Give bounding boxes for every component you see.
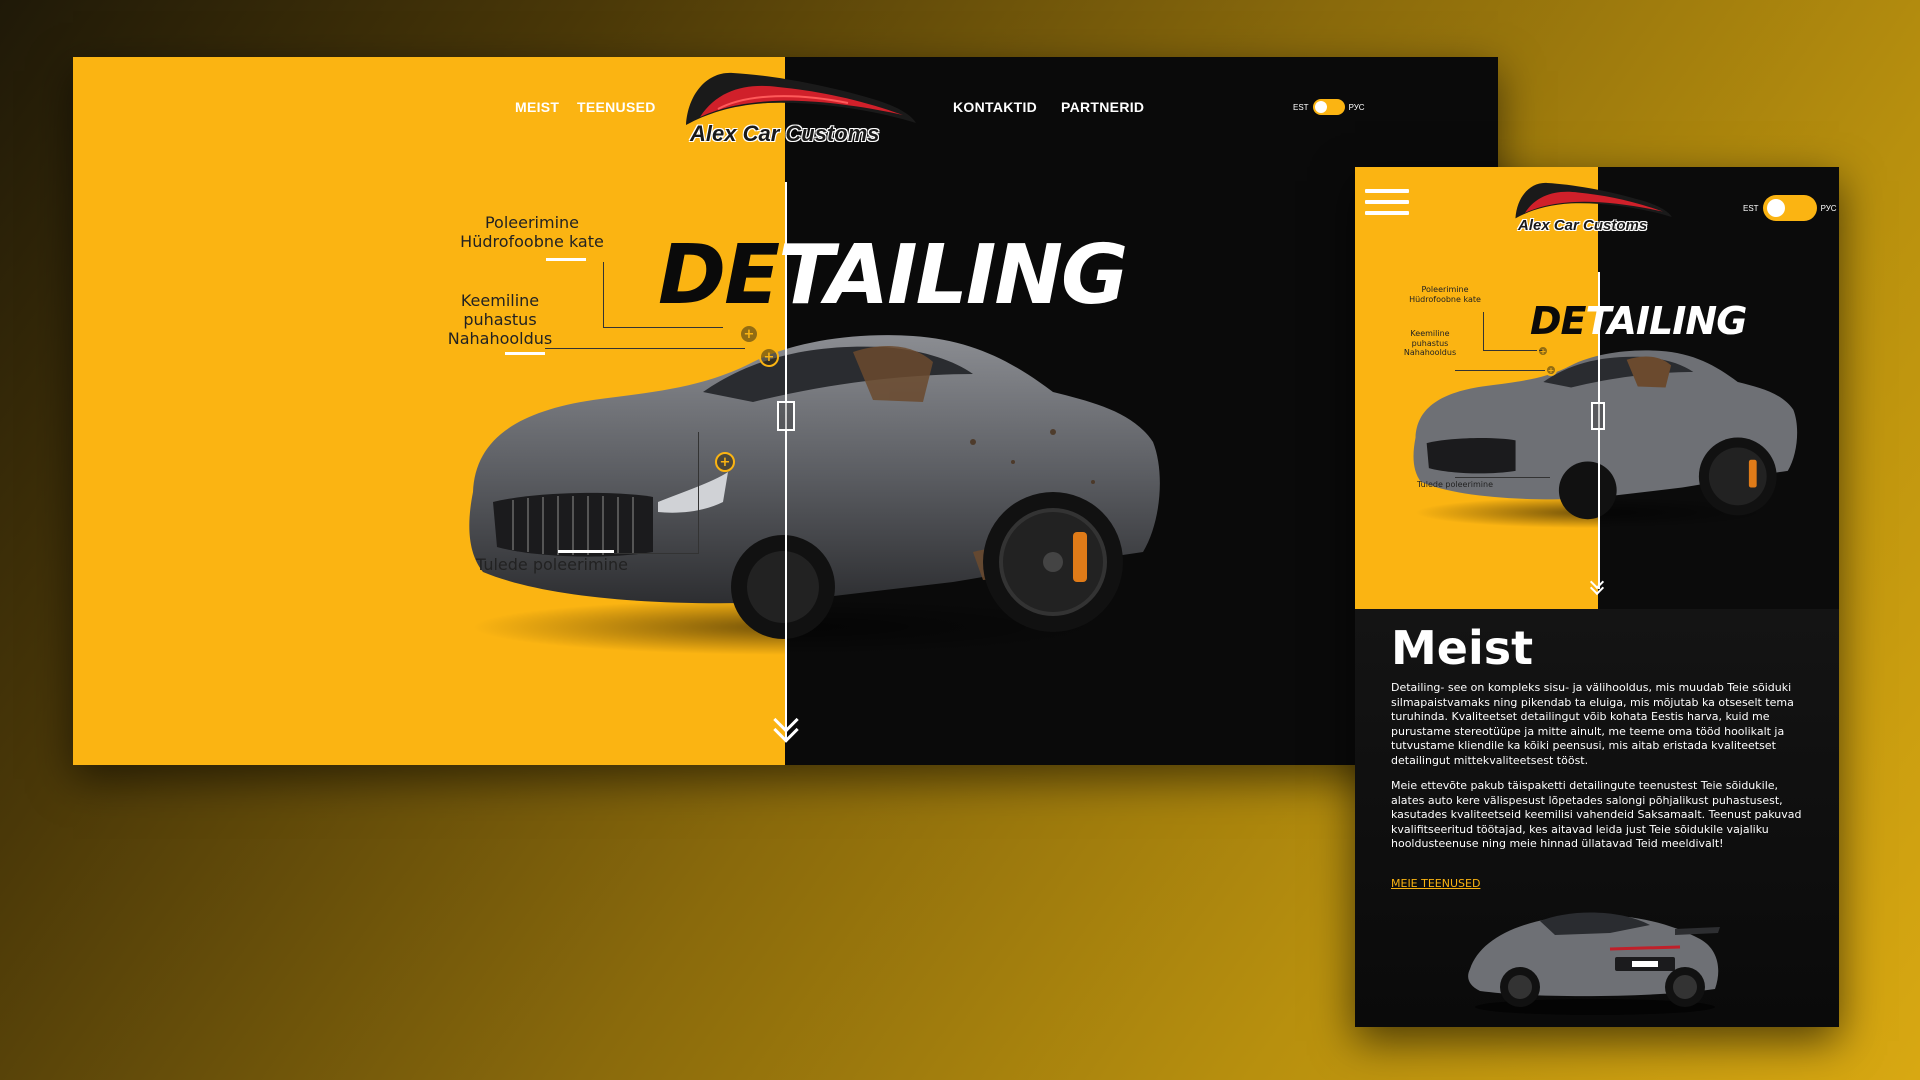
mobile-callout-clean: Keemiline puhastus Nahahooldus [1385,329,1475,358]
nav-teenused[interactable]: TEENUSED [577,99,656,115]
nav-partnerid[interactable]: PARTNERID [1061,99,1144,115]
language-toggle[interactable]: EST РУС [1293,99,1365,115]
services-link[interactable]: MEIE TEENUSED [1391,877,1480,890]
logo-text: Alex Car Customs [690,121,880,146]
mobile-callout-polish-connector-h [1483,350,1543,351]
mobile-toggle-knob [1766,199,1785,217]
mobile-logo-text: Alex Car Customs [1518,217,1648,234]
hotspot-clean-plus-icon[interactable]: + [759,347,779,367]
callout-polish-line2: Hüdrofoobne kate [460,232,604,252]
mobile-lang-est-label: EST [1743,203,1759,213]
callout-polish: Poleerimine Hüdrofoobne kate [447,213,617,251]
desktop-mockup: MEIST TEENUSED KONTAKTID PARTNERID Alex … [73,57,1498,765]
callout-lights-connector-h [614,553,698,554]
nav-meist[interactable]: MEIST [515,99,559,115]
mobile-callout-polish-connector-v [1483,312,1484,350]
callout-clean-underline [505,352,545,355]
hamburger-menu-icon[interactable] [1365,189,1409,219]
mobile-before-after-slider-handle[interactable] [1591,402,1605,430]
before-after-slider-handle[interactable] [777,401,795,431]
mobile-callout-clean-line1: Keemiline [1410,329,1450,338]
mobile-toggle-track[interactable] [1762,195,1817,221]
about-car-rear-image [1468,912,1720,1015]
mobile-scroll-down-double-chevron-icon[interactable] [1589,574,1607,599]
about-paragraph-2: Meie ettevõte pakub täispaketti detailin… [1391,779,1802,851]
mobile-callout-clean-line2: puhastus [1411,338,1449,348]
hotspot-lights-plus-icon[interactable]: + [715,452,735,472]
callout-lights-connector-v [698,432,699,554]
before-after-divider [785,182,787,740]
toggle-track[interactable] [1312,99,1345,115]
callout-lights-text: Tulede poleerimine [476,555,628,574]
callout-clean-line3: Nahahooldus [447,329,553,349]
mobile-callout-clean-line3: Nahahooldus [1403,348,1457,358]
mobile-mockup: Alex Car Customs EST РУС DETAILING Polee… [1355,167,1839,1027]
mobile-callout-lights-text: Tulede poleerimine [1417,480,1493,489]
mobile-brand-logo[interactable]: Alex Car Customs [1510,175,1680,245]
mobile-language-toggle[interactable]: EST РУС [1743,195,1837,221]
callout-polish-connector-h [603,327,723,328]
mobile-callout-polish-line2: Hüdrofoobne kate [1409,294,1481,304]
about-title: Meist [1391,621,1534,675]
brand-logo[interactable]: Alex Car Customs [678,63,928,158]
mobile-callout-clean-connector [1455,370,1545,371]
mobile-before-after-divider [1598,272,1600,589]
mobile-callout-polish: Poleerimine Hüdrofoobne kate [1395,285,1495,304]
about-paragraph-1: Detailing- see on kompleks sisu- ja väli… [1391,681,1794,767]
mobile-callout-lights: Tulede poleerimine [1400,480,1510,490]
callout-polish-connector-v [603,262,604,327]
callout-lights: Tulede poleerimine [457,555,647,574]
callout-clean-line1: Keemiline [460,291,540,310]
callout-clean-line2: puhastus [463,310,537,330]
callout-polish-underline [546,258,586,261]
lang-est-label: EST [1293,102,1309,112]
mobile-callout-polish-line1: Poleerimine [1421,285,1469,294]
mobile-hotspot-polish-plus-icon[interactable]: + [1537,345,1549,357]
toggle-knob [1314,101,1327,113]
car-image [469,335,1160,655]
mobile-callout-lights-connector [1455,477,1550,478]
mobile-car-image [1413,350,1798,529]
callout-polish-line1: Poleerimine [484,213,580,232]
nav-kontaktid[interactable]: KONTAKTID [953,99,1037,115]
callout-lights-underline [558,550,614,553]
lang-rus-label: РУС [1348,102,1365,112]
about-section: Meist Detailing- see on kompleks sisu- j… [1355,609,1839,1027]
hotspot-polish-plus-icon[interactable]: + [739,324,759,344]
mobile-lang-rus-label: РУС [1820,203,1837,213]
mobile-hotspot-clean-plus-icon[interactable]: + [1545,364,1557,376]
callout-clean-connector [545,348,745,349]
scroll-down-double-chevron-icon[interactable] [773,707,805,751]
callout-clean: Keemiline puhastus Nahahooldus [425,291,575,349]
